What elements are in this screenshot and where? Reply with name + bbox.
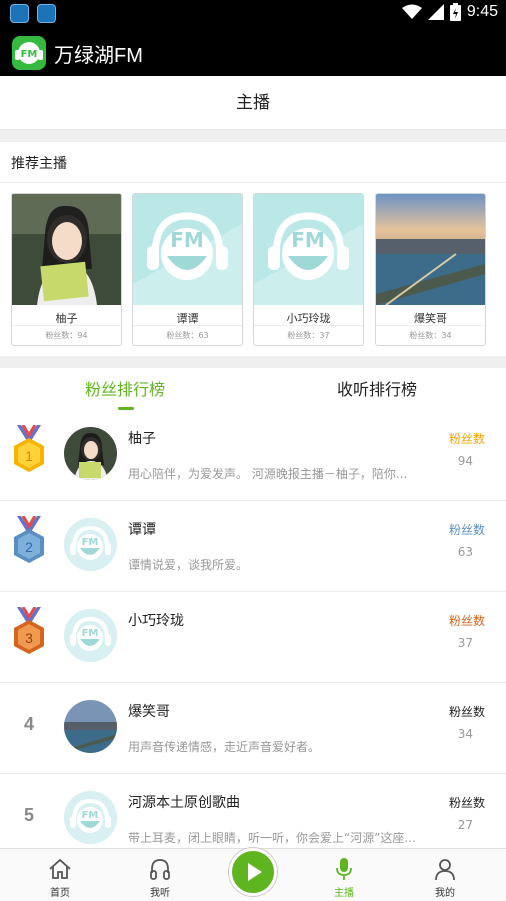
bronze-medal-icon: 3 xyxy=(14,607,44,654)
svg-text:FM: FM xyxy=(82,810,99,821)
silver-medal-icon: 2 xyxy=(14,516,44,563)
anchor-description: 带上耳麦，闭上眼睛，听一听，你会爱上“河源”这座... xyxy=(128,831,416,845)
anchor-name: 柚子 xyxy=(55,312,78,325)
nav-home[interactable]: 首页 xyxy=(20,849,100,901)
rank-number: 5 xyxy=(24,805,35,825)
battery-icon xyxy=(449,3,461,21)
profile-icon xyxy=(435,859,455,881)
nav-profile[interactable]: 我的 xyxy=(405,849,485,901)
svg-text:1: 1 xyxy=(25,448,33,464)
divider xyxy=(0,356,506,368)
anchor-name: 小巧玲珑 xyxy=(128,613,184,629)
anchor-name: 河源本土原创歌曲 xyxy=(128,795,240,811)
home-icon xyxy=(49,858,71,879)
anchor-fans: 粉丝数：63 xyxy=(166,331,209,340)
anchor-description: 用心陪伴，为爱发声。 河源晚报主播－柚子，陪你... xyxy=(128,467,408,481)
anchor-name: 柚子 xyxy=(128,431,156,447)
recommend-section-title: 推荐主播 xyxy=(11,156,67,172)
fans-count: 63 xyxy=(457,545,473,559)
rank-number: 4 xyxy=(24,714,35,734)
nav-label: 首页 xyxy=(50,888,70,899)
tab-fans-ranking[interactable]: 粉丝排行榜 xyxy=(85,376,165,400)
divider xyxy=(0,130,506,142)
anchor-card-2[interactable]: FM 谭谭 粉丝数：63 xyxy=(132,193,243,346)
fans-label: 粉丝数 xyxy=(448,523,485,537)
svg-text:FM: FM xyxy=(82,628,99,639)
anchor-card-1[interactable]: 柚子 粉丝数：94 xyxy=(11,193,122,346)
fans-count: 34 xyxy=(457,727,473,741)
ranking-row[interactable]: 4 爆笑哥 用声音传递情感，走近声音爱好者。 粉丝数 34 xyxy=(0,683,506,774)
anchor-name: 谭谭 xyxy=(176,312,199,325)
nav-label: 我的 xyxy=(435,888,455,899)
avatar xyxy=(64,427,117,480)
nav-label: 我听 xyxy=(150,888,170,899)
anchor-name: 爆笑哥 xyxy=(128,704,170,720)
anchor-photo xyxy=(12,194,121,305)
anchor-card-4[interactable]: 爆笑哥 粉丝数：34 xyxy=(375,193,486,346)
app-root: 9:45 FM 万绿湖FM 主播 推荐主播 柚子 粉丝数：94 FM 谭谭 粉丝… xyxy=(0,0,506,901)
anchor-description: 谭情说爱，谈我所爱。 xyxy=(128,558,249,572)
anchor-name: 谭谭 xyxy=(128,522,156,538)
anchor-name: 小巧玲珑 xyxy=(286,312,331,325)
svg-text:3: 3 xyxy=(25,630,33,646)
ranking-row[interactable]: 1 柚子 用心陪伴，为爱发声。 河源晚报主播－柚子，陪你... 粉丝数 94 xyxy=(0,410,506,501)
anchor-photo xyxy=(376,194,485,306)
anchor-fans: 粉丝数：37 xyxy=(287,331,330,340)
microphone-icon xyxy=(336,858,352,880)
svg-text:FM: FM xyxy=(291,228,325,252)
nav-label: 主播 xyxy=(334,888,354,899)
app-notification-icon xyxy=(10,4,29,23)
anchor-fans: 粉丝数：34 xyxy=(409,331,452,340)
avatar: FM xyxy=(64,609,117,662)
svg-text:FM: FM xyxy=(170,228,204,252)
clock: 9:45 xyxy=(466,3,498,20)
fans-label: 粉丝数 xyxy=(448,614,485,628)
anchor-card-3[interactable]: FM 小巧玲珑 粉丝数：37 xyxy=(253,193,364,346)
status-bar: 9:45 xyxy=(0,0,506,28)
anchor-fans: 粉丝数：94 xyxy=(45,331,88,340)
fm-placeholder-image: FM xyxy=(133,194,242,305)
anchor-name: 爆笑哥 xyxy=(414,312,447,325)
anchor-description: 用声音传递情感，走近声音爱好者。 xyxy=(128,740,321,754)
fans-label: 粉丝数 xyxy=(448,796,485,810)
app-title: 万绿湖FM xyxy=(54,45,143,67)
app-logo-icon[interactable]: FM xyxy=(12,36,46,70)
fans-count: 37 xyxy=(457,636,473,650)
headphones-icon xyxy=(150,859,170,880)
nav-listen[interactable]: 我听 xyxy=(120,849,200,901)
fans-count: 27 xyxy=(457,818,473,832)
svg-text:FM: FM xyxy=(82,537,99,548)
avatar: FM xyxy=(64,791,117,844)
fans-count: 94 xyxy=(457,454,473,468)
fm-placeholder-image: FM xyxy=(254,194,363,305)
signal-icon xyxy=(427,4,444,20)
notification-icons xyxy=(10,4,56,23)
app-notification-icon xyxy=(37,4,56,23)
gold-medal-icon: 1 xyxy=(14,425,44,472)
play-icon xyxy=(248,863,262,881)
nav-anchor[interactable]: 主播 xyxy=(304,849,384,901)
avatar xyxy=(64,700,117,753)
fans-label: 粉丝数 xyxy=(448,705,485,719)
avatar: FM xyxy=(64,518,117,571)
ranking-row[interactable]: 2 FM 谭谭 谭情说爱，谈我所爱。 粉丝数 63 xyxy=(0,501,506,592)
page-title: 主播 xyxy=(0,76,506,130)
divider xyxy=(0,182,506,183)
svg-text:FM: FM xyxy=(21,49,38,60)
ranking-row[interactable]: 3 FM 小巧玲珑 粉丝数 37 xyxy=(0,592,506,683)
tab-listen-ranking[interactable]: 收听排行榜 xyxy=(337,376,417,400)
fans-label: 粉丝数 xyxy=(448,432,485,446)
svg-text:2: 2 xyxy=(25,539,33,555)
play-button[interactable] xyxy=(229,848,277,896)
wifi-icon xyxy=(401,4,422,19)
